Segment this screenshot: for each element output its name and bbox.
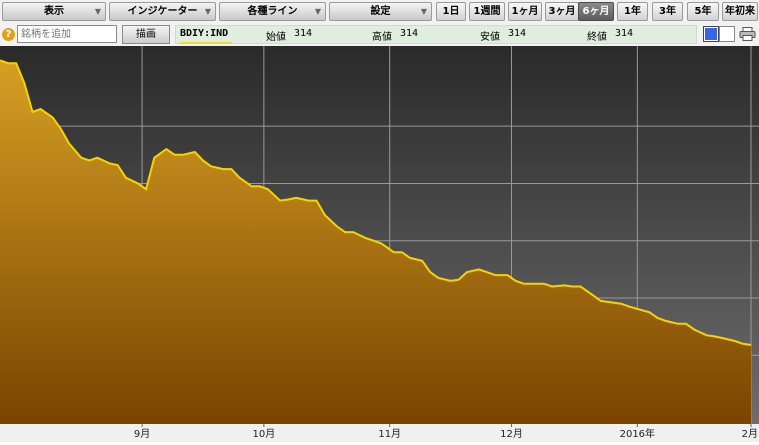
series-color-swatch [180, 42, 232, 44]
high-value: 314 [400, 28, 419, 39]
print-icon[interactable] [739, 27, 756, 41]
chevron-down-icon: ▼ [204, 7, 211, 16]
open-label: 始値 [266, 32, 286, 43]
period-ytd-button[interactable]: 年初来 [722, 2, 758, 21]
ticker-symbol: BDIY:IND [180, 28, 229, 39]
indicator-menu-label: インジケーター [127, 6, 198, 17]
x-tick-label: 10月 [252, 428, 275, 440]
chevron-down-icon: ▼ [420, 7, 427, 16]
x-tick-label: 2016年 [620, 427, 655, 440]
period-1d-button[interactable]: 1日 [436, 2, 466, 21]
draw-button[interactable]: 描画 [122, 25, 170, 44]
close-label: 終値 [587, 32, 607, 43]
low-value: 314 [508, 28, 527, 39]
price-chart: 9月 10月 11月 12月 2016年 2月 [0, 46, 759, 442]
period-3m-button[interactable]: 3ヶ月 [545, 2, 579, 21]
indicator-menu[interactable]: インジケーター ▼ [109, 2, 216, 21]
x-tick-label: 12月 [500, 428, 523, 440]
lines-menu-label: 各種ライン [247, 6, 298, 17]
chevron-down-icon: ▼ [314, 7, 321, 16]
chevron-down-icon: ▼ [94, 7, 101, 16]
x-tick-label: 9月 [134, 428, 150, 440]
symbol-row: ? 描画 BDIY:IND 始値 314 高値 314 安値 314 終値 31… [0, 24, 759, 46]
low-label: 安値 [480, 32, 500, 43]
period-5y-button[interactable]: 5年 [687, 2, 719, 21]
close-value: 314 [615, 28, 634, 39]
high-label: 高値 [372, 32, 392, 43]
period-1y-button[interactable]: 1年 [617, 2, 648, 21]
lines-menu[interactable]: 各種ライン ▼ [219, 2, 326, 21]
x-tick-label: 11月 [378, 428, 401, 440]
toolbar: 表示 ▼ インジケーター ▼ 各種ライン ▼ 設定 ▼ 1日 1週間 1ヶ月 3ヶ月 6… [0, 0, 759, 24]
chart-area: 9月 10月 11月 12月 2016年 2月 [0, 46, 759, 442]
settings-menu-label: 設定 [370, 6, 391, 17]
display-menu-label: 表示 [44, 6, 64, 17]
period-3y-button[interactable]: 3年 [652, 2, 683, 21]
period-6m-button[interactable]: 6ヶ月 [578, 2, 614, 21]
symbol-input[interactable] [17, 25, 117, 43]
blue-theme-button[interactable] [703, 26, 719, 42]
display-menu[interactable]: 表示 ▼ [2, 2, 106, 21]
quote-bar: BDIY:IND 始値 314 高値 314 安値 314 終値 314 [175, 25, 697, 44]
white-theme-button[interactable] [719, 26, 735, 42]
period-1w-button[interactable]: 1週間 [469, 2, 505, 21]
settings-menu[interactable]: 設定 ▼ [329, 2, 432, 21]
x-tick-label: 2月 [742, 428, 758, 440]
help-icon[interactable]: ? [2, 28, 15, 41]
open-value: 314 [294, 28, 313, 39]
period-1m-button[interactable]: 1ヶ月 [508, 2, 542, 21]
